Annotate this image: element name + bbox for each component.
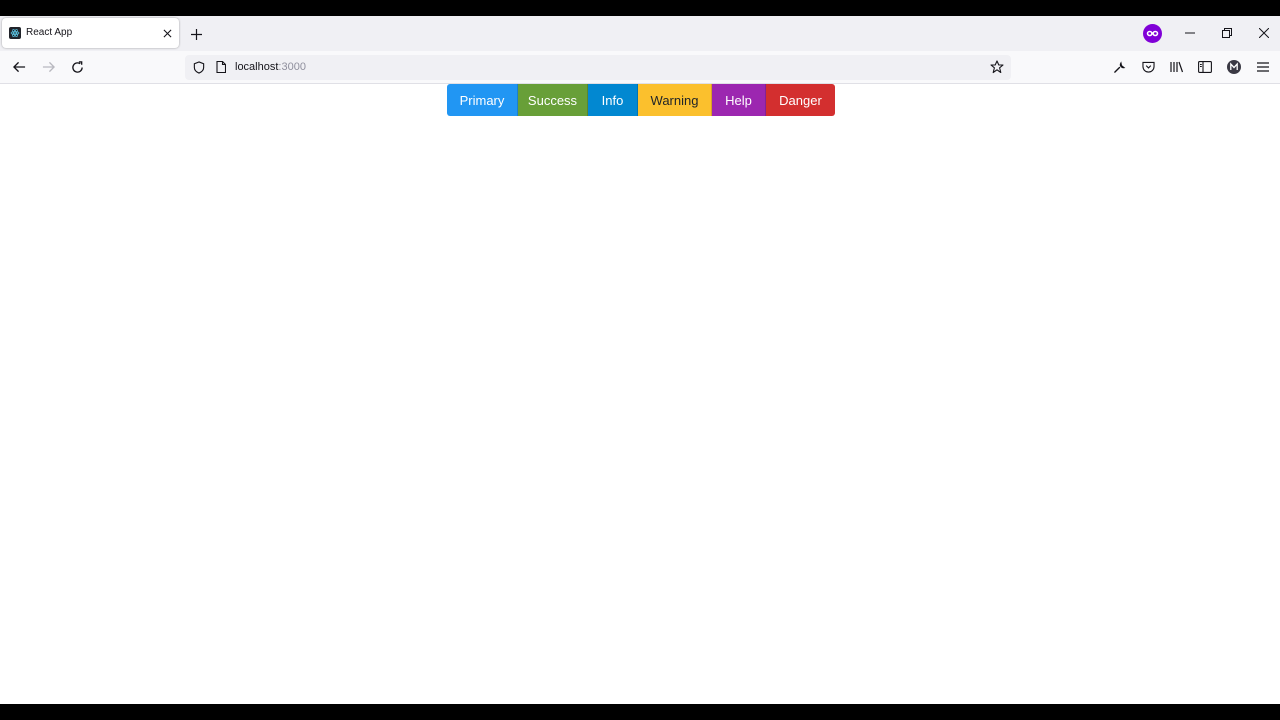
- reload-icon[interactable]: [69, 59, 85, 75]
- forward-arrow-icon[interactable]: [40, 59, 56, 75]
- tracking-shield-icon[interactable]: [191, 59, 207, 75]
- back-arrow-icon[interactable]: [11, 59, 27, 75]
- restore-icon[interactable]: [1219, 25, 1235, 41]
- navigation-toolbar: localhost:3000: [0, 51, 1280, 84]
- page-info-icon[interactable]: [213, 59, 229, 75]
- new-tab-plus-icon[interactable]: [188, 26, 204, 42]
- danger-button[interactable]: Danger: [766, 84, 835, 116]
- tab-title: React App: [26, 27, 73, 38]
- letterbox-top: [0, 0, 1280, 16]
- tab-strip: React App: [0, 16, 1280, 51]
- url-text: localhost:3000: [235, 61, 306, 73]
- url-host: localhost: [235, 61, 279, 73]
- help-button[interactable]: Help: [712, 84, 766, 116]
- success-button[interactable]: Success: [518, 84, 588, 116]
- pocket-icon[interactable]: [1140, 59, 1156, 75]
- letterbox-bottom: [0, 704, 1280, 720]
- warning-button[interactable]: Warning: [638, 84, 712, 116]
- close-tab-icon[interactable]: [160, 26, 174, 40]
- button-group: Primary Success Info Warning Help Danger: [447, 84, 835, 116]
- primary-button[interactable]: Primary: [447, 84, 518, 116]
- hamburger-menu-icon[interactable]: [1255, 59, 1271, 75]
- url-port: :3000: [278, 61, 306, 73]
- wrench-icon[interactable]: [1111, 59, 1127, 75]
- address-bar[interactable]: localhost:3000: [185, 55, 1011, 80]
- sidebar-toggle-icon[interactable]: [1197, 59, 1213, 75]
- minimize-icon[interactable]: [1182, 25, 1198, 41]
- react-icon: [9, 27, 21, 39]
- tab-react-app[interactable]: React App: [2, 18, 179, 48]
- close-window-icon[interactable]: [1256, 25, 1272, 41]
- account-avatar-icon[interactable]: [1226, 59, 1242, 75]
- library-icon[interactable]: [1169, 59, 1185, 75]
- info-button[interactable]: Info: [588, 84, 638, 116]
- browser-window: React App localhost:3000 Primary Success…: [0, 16, 1280, 704]
- bookmark-star-icon[interactable]: [989, 59, 1005, 75]
- private-browsing-mask-icon[interactable]: [1143, 24, 1162, 43]
- page-content: Primary Success Info Warning Help Danger: [0, 84, 1280, 704]
